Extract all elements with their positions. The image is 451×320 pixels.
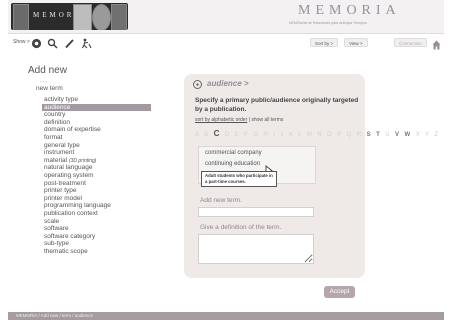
list-item[interactable]: general type	[42, 142, 151, 150]
list-item[interactable]: format	[42, 134, 151, 142]
connection-button[interactable]: Connection	[394, 38, 427, 47]
alphabet-letter[interactable]: S	[367, 132, 373, 138]
list-item[interactable]: printer model	[42, 195, 151, 203]
panel-title: audience >	[207, 79, 249, 88]
search-icon[interactable]	[46, 37, 58, 49]
list-item[interactable]: domain of expertise	[42, 126, 151, 134]
list-item-label: programming language	[44, 202, 111, 210]
result-item-hovered[interactable]: continuing education	[205, 161, 261, 167]
list-item-label: thematic scope	[44, 247, 88, 255]
list-item-label: format	[44, 133, 63, 141]
show-menu-button[interactable]: Show >	[13, 39, 30, 45]
audience-icon: ●	[193, 80, 202, 89]
show-label: Show	[13, 39, 26, 45]
alphabet-letters[interactable]: A B	[195, 132, 210, 138]
list-item-label: definition	[44, 118, 71, 126]
list-item-label: country	[44, 111, 66, 119]
view-dropdown[interactable]: View >	[344, 38, 368, 47]
list-item-selected[interactable]: audience	[42, 103, 151, 112]
new-term-input[interactable]	[198, 207, 314, 217]
toolbar: Show > Sort by > View > Connection	[8, 36, 444, 50]
alphabet-letter[interactable]: U	[385, 132, 391, 138]
sort-by-dropdown[interactable]: Sort by >	[310, 38, 339, 47]
list-item[interactable]: definition	[42, 119, 151, 127]
list-item-label: sub-type	[44, 240, 69, 248]
connection-label: Connection	[399, 41, 422, 46]
list-item-label: material	[44, 156, 68, 164]
result-item[interactable]: commercial company	[205, 150, 262, 156]
list-item-label: activity type	[44, 96, 78, 103]
list-item[interactable]: sub-type	[42, 240, 151, 248]
list-item[interactable]: publication context	[42, 210, 151, 218]
list-item-note: (3D printing)	[68, 157, 97, 164]
list-item[interactable]: instrument	[42, 149, 151, 157]
list-item-label: printer model	[44, 194, 82, 202]
brand-subtitle: DEMOtorial de Relaciones para Anticipar …	[289, 21, 367, 25]
list-item-label: software category	[44, 232, 96, 240]
definition-label: Give a definition of the term.	[200, 224, 282, 231]
page-title: Add new	[28, 65, 67, 76]
definition-textarea[interactable]	[198, 234, 314, 264]
new-term-label: new term	[36, 85, 63, 92]
logo-tile	[111, 4, 127, 30]
definition-tooltip: Adult students who participate in a part…	[201, 171, 277, 187]
home-icon[interactable]	[432, 37, 441, 50]
term-type-list: activity type audience country definitio…	[42, 96, 151, 255]
sort-alphabetic-link[interactable]: sort by alphabetic order	[195, 117, 247, 123]
list-item-label: domain of expertise	[44, 126, 101, 134]
app-window: MEMORIA MEMORIA DEMOtorial de Relaciones…	[8, 0, 444, 320]
accept-button[interactable]: Accept	[324, 286, 355, 298]
ellipsis: ...	[40, 78, 49, 84]
list-item[interactable]: material (3D printing)	[42, 157, 151, 165]
person-icon[interactable]	[80, 37, 92, 49]
header: MEMORIA MEMORIA DEMOtorial de Relaciones…	[8, 0, 444, 34]
pencil-icon[interactable]	[63, 37, 75, 49]
view-label: View	[349, 41, 359, 46]
list-item[interactable]: scale	[42, 218, 151, 226]
settings-icon[interactable]	[30, 37, 42, 49]
list-item-label: software	[44, 225, 69, 233]
panel-prompt: Specify a primary public/audience origin…	[195, 97, 359, 113]
list-item[interactable]: software	[42, 225, 151, 233]
alphabet-letters[interactable]: D E F G H I J K L M N O P Q R	[225, 132, 363, 138]
alphabet-letter[interactable]: T	[376, 132, 382, 138]
alphabet-letters[interactable]: X Y Z	[416, 132, 440, 138]
list-item-label: natural language	[44, 164, 93, 172]
list-item[interactable]: thematic scope	[42, 248, 151, 256]
list-item-label: scale	[44, 217, 60, 225]
logo-tile	[92, 4, 111, 30]
list-item[interactable]: programming language	[42, 202, 151, 210]
brand-title: MEMORIA	[298, 3, 401, 18]
list-item[interactable]: natural language	[42, 164, 151, 172]
sort-options: sort by alphabetic order | show all term…	[195, 117, 283, 123]
list-item[interactable]: country	[42, 111, 151, 119]
list-item[interactable]: software category	[42, 233, 151, 241]
add-term-label: Add new term.	[200, 197, 242, 204]
list-item-label: general type	[44, 141, 80, 149]
list-item-label: post-treatment	[44, 179, 86, 187]
alphabet-filter: A B C D E F G H I J K L M N O P Q R S T …	[195, 129, 440, 138]
alphabet-letter[interactable]: V	[395, 132, 401, 138]
show-all-terms-link[interactable]: show all terms	[251, 117, 283, 123]
list-item[interactable]: printer type	[42, 187, 151, 195]
list-item-label: printer type	[44, 187, 77, 195]
list-item[interactable]: operating system	[42, 172, 151, 180]
list-item-label: publication context	[44, 209, 98, 217]
list-item-label: instrument	[44, 149, 75, 157]
list-item[interactable]: post-treatment	[42, 180, 151, 188]
footer-breadcrumb: MEMORIA / Add new / term / audience	[8, 312, 444, 320]
logo-tile	[13, 4, 29, 30]
sort-by-label: Sort by	[315, 41, 330, 46]
separator: |	[248, 117, 250, 123]
alphabet-letter[interactable]: W	[405, 132, 413, 138]
list-item-label: operating system	[44, 171, 94, 179]
list-item[interactable]: activity type	[42, 96, 151, 104]
logo-tile	[73, 4, 92, 30]
logo-strip: MEMORIA	[11, 3, 128, 30]
alphabet-active-letter[interactable]: C	[214, 129, 222, 138]
list-item-label: audience	[44, 103, 71, 111]
footer-text: MEMORIA / Add new / term / audience	[16, 313, 94, 318]
